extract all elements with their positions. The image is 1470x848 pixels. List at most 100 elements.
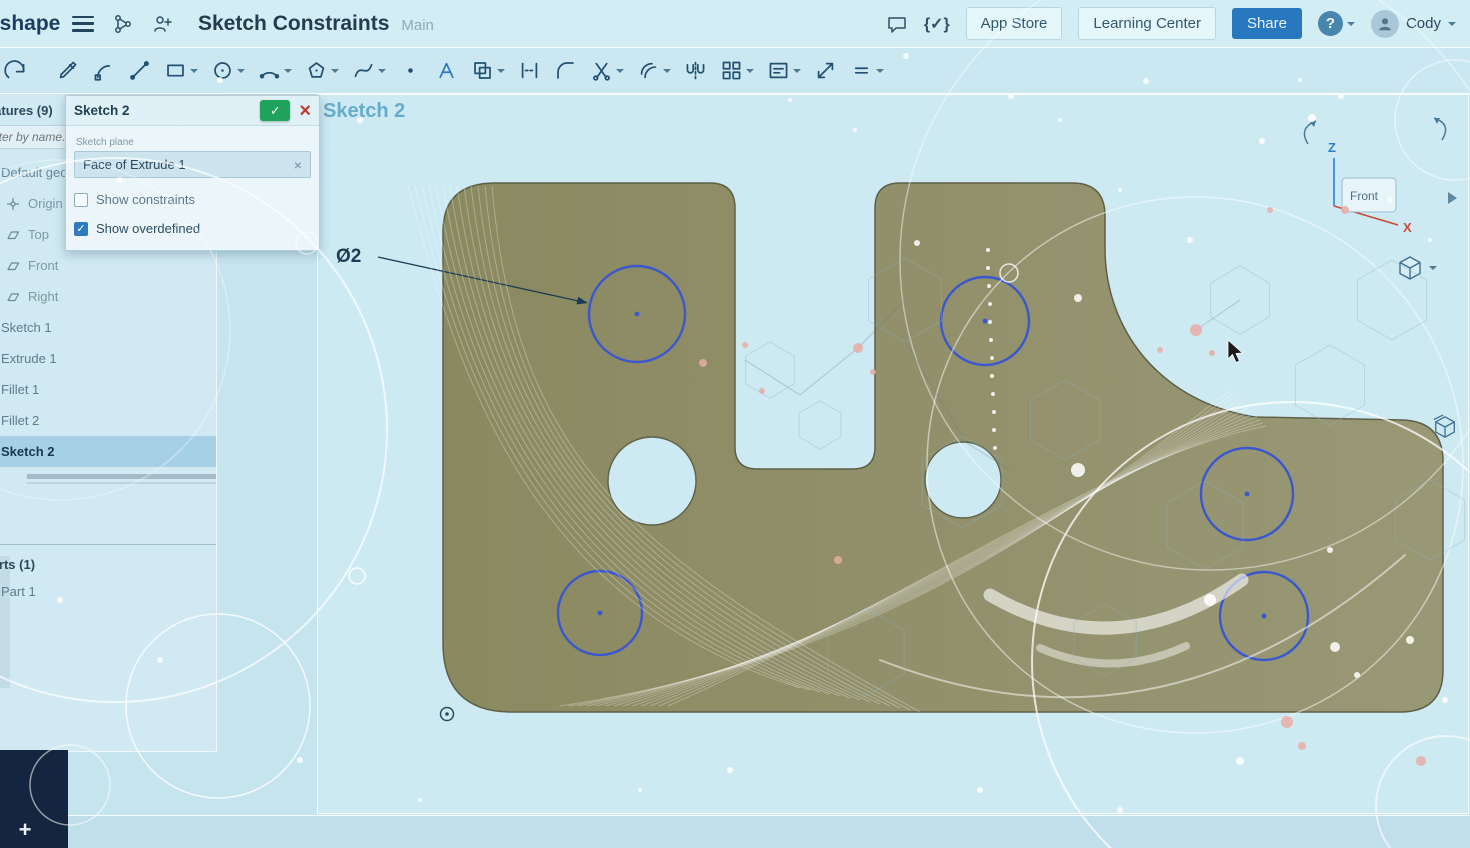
line-tool-button[interactable]	[128, 59, 151, 82]
triad-next-view-icon[interactable]	[1448, 192, 1457, 204]
checked-checkbox-icon[interactable]: ✓	[74, 222, 88, 236]
rollback-bar[interactable]	[27, 474, 217, 484]
feature-item-right[interactable]: Right	[0, 281, 217, 312]
sketch-toolbar	[0, 48, 1470, 94]
avatar-icon	[1371, 10, 1399, 38]
feature-item-fillet-1[interactable]: Fillet 1	[0, 374, 217, 405]
slot-icon	[471, 59, 494, 82]
trim-tool-button[interactable]	[590, 59, 624, 82]
view-orientation-label: Front	[1350, 189, 1379, 203]
feature-item-label: Fillet 1	[1, 382, 39, 397]
user-menu[interactable]: Cody	[1371, 10, 1456, 38]
document-tab-bar: Part Studio 1Assembly 1	[0, 815, 1470, 848]
trim-icon	[590, 59, 613, 82]
help-button[interactable]: ?	[1318, 11, 1355, 36]
workspace-label[interactable]: Main	[401, 13, 434, 34]
unchecked-checkbox-icon[interactable]	[74, 193, 88, 207]
confirm-button[interactable]: ✓	[260, 100, 290, 121]
mirror-icon	[684, 59, 707, 82]
feature-item-sketch-1[interactable]: Sketch 1	[0, 312, 217, 343]
active-sketch-label: Sketch 2	[323, 100, 405, 123]
z-axis-label: Z	[1328, 140, 1336, 155]
sketch-fillet-tool-button[interactable]	[92, 59, 115, 82]
pattern-tool-button[interactable]	[720, 59, 754, 82]
redo-icon	[4, 59, 27, 82]
sketch-plane-field[interactable]: Face of Extrude 1 ×	[74, 151, 311, 178]
spline-tool-button[interactable]	[352, 59, 386, 82]
feature-item-label: Sketch 2	[1, 444, 54, 459]
version-tree-icon[interactable]	[112, 13, 134, 35]
plane-icon	[6, 290, 20, 304]
chevron-down-icon	[1347, 22, 1355, 30]
chevron-down-icon	[876, 69, 884, 77]
chevron-down-icon	[378, 69, 386, 77]
chevron-down-icon	[331, 69, 339, 77]
add-tab-button[interactable]: +	[13, 818, 37, 842]
fillet-tool-button[interactable]	[554, 59, 577, 82]
onshape-logo[interactable]: onshape	[0, 0, 60, 48]
plane-icon	[6, 228, 20, 242]
text-tool-button[interactable]	[435, 59, 458, 82]
feature-item-label: Extrude 1	[1, 351, 57, 366]
option-show-constraints[interactable]: Show constraints	[74, 192, 311, 207]
learning-center-button[interactable]: Learning Center	[1078, 7, 1216, 40]
feature-item-front[interactable]: Front	[0, 250, 217, 281]
option-label: Show constraints	[96, 192, 195, 207]
feature-item-label: Sketch 1	[1, 320, 52, 335]
arc-tool-button[interactable]	[258, 59, 292, 82]
mirror-tool-button[interactable]	[684, 59, 707, 82]
dimension-tool-button[interactable]	[518, 59, 541, 82]
chevron-down-icon	[497, 69, 505, 77]
measure-tool-button[interactable]	[814, 59, 837, 82]
view-triad[interactable]: Z X Front	[1290, 112, 1465, 247]
redo-tool-button[interactable]	[4, 59, 27, 82]
feature-item-label: Top	[28, 227, 49, 242]
rectangle-icon	[164, 59, 187, 82]
feature-item-label: Fillet 2	[1, 413, 39, 428]
plane-icon	[6, 259, 20, 273]
polygon-icon	[305, 59, 328, 82]
rectangle-tool-button[interactable]	[164, 59, 198, 82]
offset-tool-button[interactable]	[637, 59, 671, 82]
feature-item-label: Origin	[28, 196, 63, 211]
import-dxf-tool-button[interactable]	[767, 59, 801, 82]
fillet-icon	[554, 59, 577, 82]
view-cube-button[interactable]	[1396, 254, 1437, 282]
chevron-down-icon	[237, 69, 245, 77]
sketch-fillet-icon	[92, 59, 115, 82]
polygon-tool-button[interactable]	[305, 59, 339, 82]
feature-item-label: Front	[28, 258, 58, 273]
feature-item-sketch-2[interactable]: Sketch 2	[0, 436, 217, 467]
dialog-title: Sketch 2	[74, 103, 260, 118]
dimension-icon	[518, 59, 541, 82]
feature-item-part-1[interactable]: Part 1	[0, 576, 217, 607]
spline-icon	[352, 59, 375, 82]
feature-item-extrude-1[interactable]: Extrude 1	[0, 343, 217, 374]
circle-tool-button[interactable]	[211, 59, 245, 82]
option-label: Show overdefined	[96, 221, 200, 236]
constraints-icon	[850, 59, 873, 82]
chevron-down-icon	[1429, 266, 1437, 274]
point-tool-button[interactable]	[399, 59, 422, 82]
cube-icon	[1396, 254, 1424, 282]
follow-mode-icon[interactable]	[152, 13, 174, 35]
comments-icon[interactable]	[886, 13, 908, 35]
option-show-overdefined[interactable]: ✓ Show overdefined	[74, 221, 311, 236]
app-store-button[interactable]: App Store	[966, 7, 1063, 40]
chevron-down-icon	[1448, 22, 1456, 30]
section-view-button[interactable]	[1432, 414, 1458, 445]
chevron-down-icon	[746, 69, 754, 77]
share-button[interactable]: Share	[1232, 8, 1302, 39]
hamburger-menu-icon[interactable]	[72, 16, 94, 32]
clear-selection-icon[interactable]: ×	[294, 157, 302, 173]
offset-icon	[637, 59, 660, 82]
constraints-tool-button[interactable]	[850, 59, 884, 82]
feature-item-fillet-2[interactable]: Fillet 2	[0, 405, 217, 436]
top-bar: onshape Sketch Constraints Main {✓} App …	[0, 0, 1470, 48]
slot-tool-button[interactable]	[471, 59, 505, 82]
sketch-tool-button[interactable]	[56, 59, 79, 82]
cancel-button[interactable]: ×	[299, 102, 311, 120]
featurescript-icon[interactable]: {✓}	[924, 14, 950, 34]
origin-icon	[6, 197, 20, 211]
sketch-dialog: Sketch 2 ✓ × Sketch plane Face of Extrud…	[65, 95, 320, 251]
